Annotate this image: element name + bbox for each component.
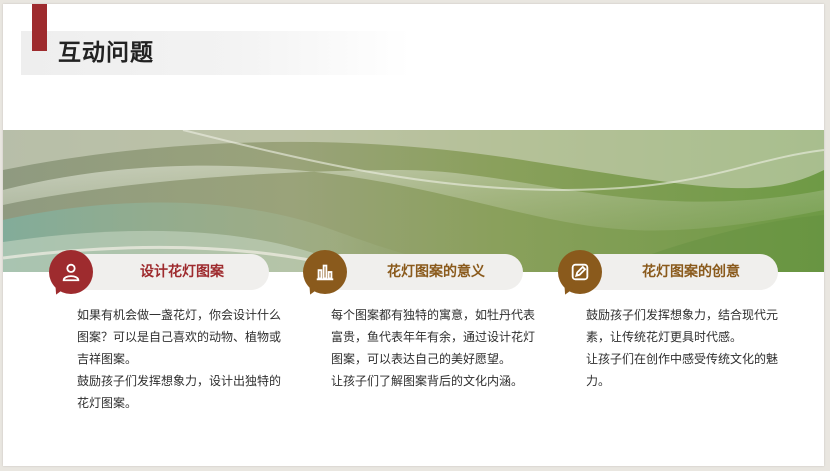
bar-chart-icon bbox=[303, 250, 347, 297]
banner-image bbox=[3, 130, 824, 272]
slide: 互动问题 设计花灯图案 如果有机会做一盏花灯，你会设计什么图案？可以是自己喜欢的… bbox=[3, 4, 824, 466]
user-icon bbox=[49, 250, 93, 297]
card-title: 花灯图案的创意 bbox=[642, 264, 740, 280]
card-paragraph: 让孩子们了解图案背后的文化内涵。 bbox=[331, 374, 524, 388]
card-paragraph: 鼓励孩子们发挥想象力，设计出独特的花灯图案。 bbox=[77, 374, 282, 410]
card-body: 鼓励孩子们发挥想象力，结合现代元素，让传统花灯更具时代感。 让孩子们在创作中感受… bbox=[586, 304, 796, 392]
title-accent-bar bbox=[32, 4, 47, 51]
card-paragraph: 每个图案都有独特的寓意，如牡丹代表富贵，鱼代表年年有余，通过设计花灯图案，可以表… bbox=[331, 308, 536, 366]
card-body: 每个图案都有独特的寓意，如牡丹代表富贵，鱼代表年年有余，通过设计花灯图案，可以表… bbox=[331, 304, 541, 392]
card-paragraph: 鼓励孩子们发挥想象力，结合现代元素，让传统花灯更具时代感。 bbox=[586, 308, 779, 344]
card-body: 如果有机会做一盏花灯，你会设计什么图案？可以是自己喜欢的动物、植物或吉祥图案。 … bbox=[77, 304, 287, 414]
card-title: 花灯图案的意义 bbox=[387, 264, 485, 280]
slide-title: 互动问题 bbox=[58, 40, 154, 66]
edit-icon bbox=[558, 250, 602, 297]
card-paragraph: 让孩子们在创作中感受传统文化的魅力。 bbox=[586, 352, 779, 388]
card-title: 设计花灯图案 bbox=[140, 264, 224, 280]
card-paragraph: 如果有机会做一盏花灯，你会设计什么图案？可以是自己喜欢的动物、植物或吉祥图案。 bbox=[77, 308, 282, 366]
abstract-wave-image bbox=[3, 130, 824, 272]
